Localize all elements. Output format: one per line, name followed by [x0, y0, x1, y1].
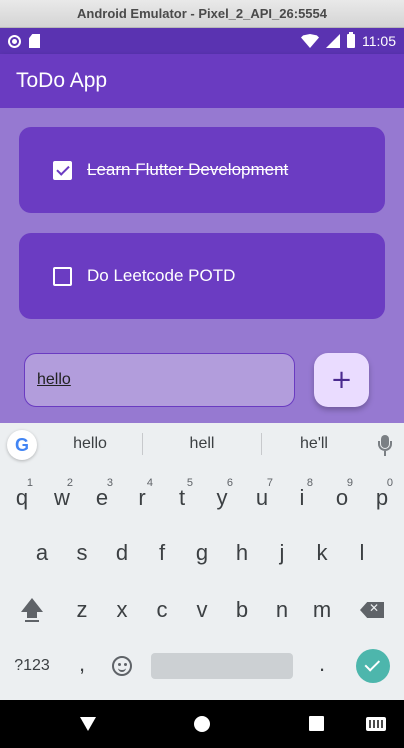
key-s[interactable]: s: [62, 531, 102, 575]
backspace-key[interactable]: [352, 588, 392, 632]
soft-keyboard: G hello hell he'll q1 w2 e3 r4 t5 y6 u7 …: [0, 423, 404, 700]
key-x[interactable]: x: [102, 588, 142, 632]
key-o[interactable]: o9: [322, 476, 362, 520]
app-bar: ToDo App: [0, 54, 404, 108]
key-f[interactable]: f: [142, 531, 182, 575]
todo-item[interactable]: Do Leetcode POTD: [19, 233, 385, 319]
key-k[interactable]: k: [302, 531, 342, 575]
suggestion-bar: G hello hell he'll: [0, 423, 404, 467]
wifi-icon: [301, 34, 319, 48]
key-d[interactable]: d: [102, 531, 142, 575]
app-title: ToDo App: [16, 69, 108, 92]
key-y[interactable]: y6: [202, 476, 242, 520]
key-j[interactable]: j: [262, 531, 302, 575]
status-time: 11:05: [362, 33, 396, 49]
space-key[interactable]: [151, 653, 293, 679]
battery-icon: [347, 32, 355, 48]
key-l[interactable]: l: [342, 531, 382, 575]
status-bar: 11:05: [0, 28, 404, 54]
shift-icon: [21, 598, 43, 622]
back-icon[interactable]: [80, 717, 96, 731]
todo-label: Do Leetcode POTD: [87, 266, 236, 285]
new-todo-input-value: hello: [37, 371, 71, 388]
new-todo-input[interactable]: hello: [24, 353, 295, 407]
navigation-bar: [0, 700, 404, 748]
key-n[interactable]: n: [262, 588, 302, 632]
recents-icon[interactable]: [309, 716, 324, 731]
checkbox-checked[interactable]: [53, 160, 72, 180]
key-u[interactable]: u7: [242, 476, 282, 520]
suggestion-divider: [261, 433, 262, 455]
suggestion-item[interactable]: hello: [50, 435, 130, 453]
key-m[interactable]: m: [302, 588, 342, 632]
key-comma[interactable]: ,: [62, 642, 102, 686]
home-icon[interactable]: [194, 716, 210, 732]
key-i[interactable]: i8: [282, 476, 322, 520]
key-z[interactable]: z: [62, 588, 102, 632]
key-t[interactable]: t5: [162, 476, 202, 520]
suggestion-item[interactable]: hell: [162, 435, 242, 453]
backspace-icon: [360, 602, 384, 618]
key-p[interactable]: p0: [362, 476, 402, 520]
google-icon[interactable]: G: [7, 430, 37, 460]
key-w[interactable]: w2: [42, 476, 82, 520]
key-a[interactable]: a: [22, 531, 62, 575]
checkbox-unchecked[interactable]: [53, 266, 72, 286]
enter-key[interactable]: [356, 649, 390, 683]
suggestion-divider: [142, 433, 143, 455]
keyboard-switch-icon[interactable]: [366, 717, 386, 731]
key-g[interactable]: g: [182, 531, 222, 575]
suggestion-item[interactable]: he'll: [274, 435, 354, 453]
emoji-icon: [112, 656, 132, 676]
key-h[interactable]: h: [222, 531, 262, 575]
add-todo-button[interactable]: +: [314, 353, 369, 407]
todo-label: Learn Flutter Development: [87, 160, 289, 179]
key-q[interactable]: q1: [2, 476, 42, 520]
sd-card-icon: [29, 34, 40, 48]
check-icon: [364, 656, 381, 672]
microphone-icon[interactable]: [377, 435, 393, 457]
shift-key[interactable]: [12, 588, 52, 632]
key-r[interactable]: r4: [122, 476, 162, 520]
emoji-key[interactable]: [102, 644, 142, 688]
plus-icon: +: [330, 365, 353, 395]
key-e[interactable]: e3: [82, 476, 122, 520]
key-period[interactable]: .: [302, 642, 342, 686]
signal-icon: [326, 34, 340, 48]
notification-icon: [8, 34, 21, 48]
key-c[interactable]: c: [142, 588, 182, 632]
todo-item[interactable]: Learn Flutter Development: [19, 127, 385, 213]
key-b[interactable]: b: [222, 588, 262, 632]
todo-list-area: Learn Flutter Development Do Leetcode PO…: [0, 108, 404, 423]
symbols-key[interactable]: ?123: [12, 644, 52, 688]
key-v[interactable]: v: [182, 588, 222, 632]
emulator-window-title: Android Emulator - Pixel_2_API_26:5554: [0, 0, 404, 28]
